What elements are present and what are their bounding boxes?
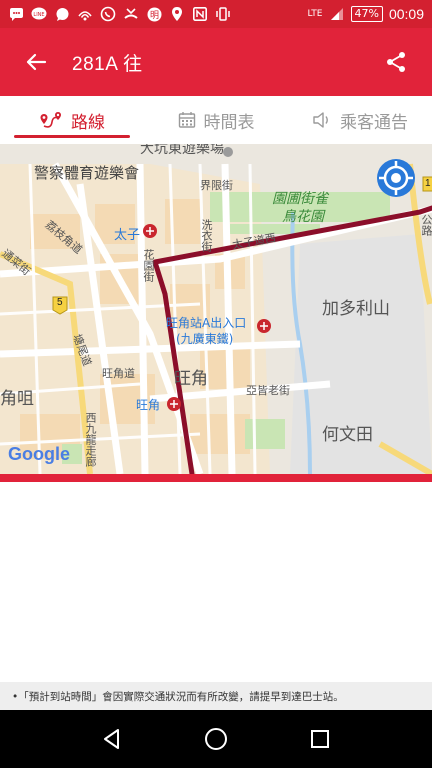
- page-title: 281A 往: [72, 53, 143, 75]
- status-bar: LINE 明 LTE 47% 00:09: [0, 0, 432, 28]
- chat-icon: [54, 6, 70, 22]
- mtr-icon: [167, 397, 181, 411]
- map-label-ka-tak-st: 亞皆老街: [246, 384, 290, 397]
- tab-timetable[interactable]: 時間表: [144, 96, 288, 144]
- signal-icon: [329, 6, 345, 22]
- network-type: LTE: [307, 9, 323, 19]
- mtr-icon: [143, 224, 157, 238]
- tab-notices[interactable]: 乘客通告: [288, 96, 432, 144]
- arrow-left-icon: [26, 53, 47, 71]
- route-stop-list: [0, 482, 432, 682]
- route-map[interactable]: 大坑東遊樂場 警察體育遊樂會 界限街 園圃街雀 鳥花園 太子 太子道西 洗衣街 …: [0, 144, 432, 474]
- nav-back-icon: [104, 729, 119, 749]
- nfc-icon: [192, 6, 208, 22]
- missed-call-icon: [123, 6, 139, 22]
- map-label-right-edge: 公路: [420, 214, 432, 236]
- map-label-boundary-st: 界限街: [200, 179, 233, 192]
- map-label-kadoorie-hill: 加多利山: [322, 299, 390, 319]
- location-icon: [169, 6, 185, 22]
- vibrate-icon: [215, 6, 231, 22]
- map-label-flower-garden-2: 鳥花園: [282, 209, 324, 225]
- map-label-road-1: 1: [425, 178, 431, 189]
- system-nav-bar: [0, 710, 432, 768]
- my-location-button[interactable]: [376, 158, 416, 198]
- map-label-police-sports: 警察體育遊樂會: [34, 164, 140, 182]
- map-label-west-kowloon: 西九龍走廊: [84, 412, 97, 467]
- map-label-kok-tsui: 角咀: [0, 389, 34, 409]
- map-label-tai-tsz: 太子: [114, 228, 141, 243]
- share-icon: [387, 52, 405, 72]
- map-label-flower-garden-1: 園圃街雀: [272, 191, 328, 207]
- google-logo: Google: [8, 444, 70, 464]
- line-icon: LINE: [31, 6, 47, 22]
- tab-route-label: 路線: [71, 112, 105, 133]
- app-icon: 明: [146, 6, 162, 22]
- clock: 00:09: [388, 6, 424, 22]
- route-icon: [40, 112, 61, 128]
- map-label-ho-man-tin: 何文田: [322, 425, 373, 445]
- nav-home-button[interactable]: [196, 719, 236, 759]
- map-label-mong-kok-exit-2: (九廣東鐵): [176, 332, 234, 346]
- eta-notice: •「預計到站時間」會因實際交通狀況而有所改變，請提早到達巴士站。: [0, 682, 432, 710]
- tab-bar: 路線 時間表 乘客通告: [0, 96, 432, 144]
- wifi-call-icon: [77, 6, 93, 22]
- nav-home-icon: [205, 728, 227, 750]
- map-label-mong-kok-rd: 旺角道: [102, 367, 135, 380]
- status-right: LTE 47% 00:09: [308, 6, 424, 22]
- svg-text:明: 明: [149, 10, 158, 21]
- map-label-mong-kok-exit-1: 旺角站A出入口: [166, 316, 247, 330]
- map-label-sai-yee-st: 洗衣街: [200, 219, 213, 252]
- sms-icon: [8, 6, 24, 22]
- map-label-playground: 大坑東遊樂場: [140, 144, 224, 157]
- nav-recent-button[interactable]: [300, 719, 340, 759]
- map-label-mong-kok-area: 旺角: [174, 369, 208, 389]
- back-button[interactable]: [0, 28, 72, 96]
- speaker-icon: [313, 112, 328, 128]
- tab-notices-label: 乘客通告: [340, 112, 408, 133]
- map-bottom-bar: [0, 474, 432, 482]
- map-label-mong-kok-station: 旺角: [136, 398, 161, 412]
- nav-back-button[interactable]: [92, 719, 132, 759]
- nav-recent-icon: [311, 730, 329, 748]
- battery-level: 47%: [350, 6, 383, 22]
- tab-timetable-label: 時間表: [203, 112, 255, 133]
- app-bar: 281A 往: [0, 28, 432, 96]
- mtr-icon: [257, 319, 271, 333]
- status-icons: LINE 明: [8, 6, 231, 22]
- calendar-icon: [178, 112, 195, 128]
- share-button[interactable]: [360, 28, 432, 96]
- map-label-road-5: 5: [57, 297, 63, 308]
- svg-text:LINE: LINE: [33, 12, 44, 18]
- tab-route[interactable]: 路線: [0, 96, 144, 144]
- map-label-fa-yuen-st: 花園街: [142, 249, 155, 282]
- whatsapp-icon: [100, 6, 116, 22]
- crosshair-icon: [377, 159, 415, 197]
